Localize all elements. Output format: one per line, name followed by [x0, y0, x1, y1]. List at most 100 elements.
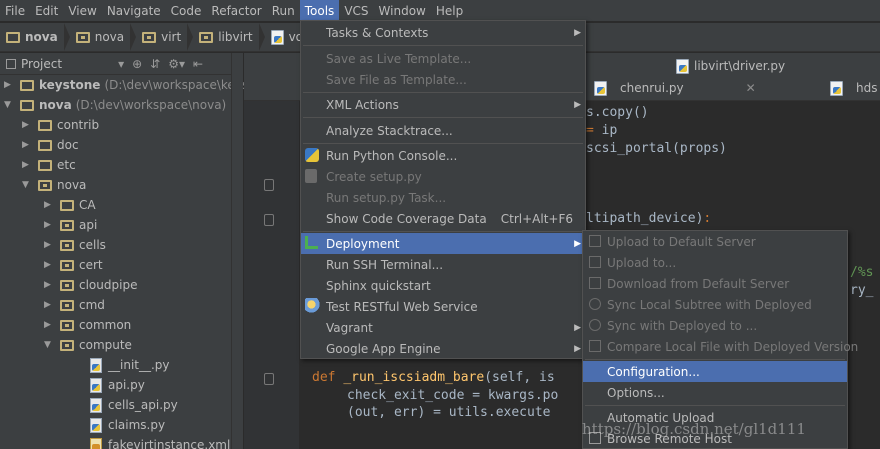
menu-item-configuration[interactable]: Configuration... — [583, 361, 847, 382]
tree-item-cells[interactable]: ▶ cells — [44, 235, 106, 255]
menu-item-run-ssh-terminal[interactable]: Run SSH Terminal... — [301, 254, 585, 275]
expand-arrow-icon[interactable]: ▶ — [22, 120, 32, 130]
tree-item-api[interactable]: ▶ api — [44, 215, 97, 235]
menu-item-google-app-engine[interactable]: Google App Engine ▶ — [301, 338, 585, 359]
breadcrumb-label: virt — [161, 30, 182, 44]
collapse-arrow-icon[interactable]: ▼ — [22, 180, 32, 190]
tree-item-nova-root[interactable]: ▼ nova (D:\dev\workspace\nova) — [4, 95, 226, 115]
breadcrumb-label: libvirt — [218, 30, 253, 44]
shortcut-label: Ctrl+Alt+F6 — [500, 211, 573, 226]
tree-item-nova[interactable]: ▼ nova — [22, 175, 86, 195]
tree-item-cloudpipe[interactable]: ▶ cloudpipe — [44, 275, 137, 295]
tree-item-ca[interactable]: ▶ CA — [44, 195, 96, 215]
menu-vcs[interactable]: VCS — [339, 0, 373, 22]
menu-help[interactable]: Help — [431, 0, 468, 22]
project-view-selector[interactable]: Project — [21, 57, 62, 71]
python-file-icon — [90, 397, 102, 413]
expand-arrow-icon[interactable]: ▶ — [22, 160, 32, 170]
code-line: ry_ — [850, 283, 874, 298]
menu-item-sphinx-quickstart[interactable]: Sphinx quickstart — [301, 275, 585, 296]
menu-item-analyze-stacktrace[interactable]: Analyze Stacktrace... — [301, 120, 585, 141]
submenu-arrow-icon: ▶ — [574, 343, 581, 354]
code-line: scsi_portal(props) — [586, 141, 727, 156]
menu-item-show-code-coverage[interactable]: Show Code Coverage Data Ctrl+Alt+F6 — [301, 208, 585, 229]
folder-icon — [20, 99, 34, 111]
menu-item-compare-local-file[interactable]: Compare Local File with Deployed Version — [583, 336, 858, 357]
menu-tools[interactable]: Tools — [299, 0, 340, 22]
tree-item-cmd[interactable]: ▶ cmd — [44, 295, 105, 315]
project-panel: Project ▾ ⊕ ⇵ ⚙▾ ⇤ ▶ keystone (D:\dev\work… — [0, 53, 248, 449]
tree-item-claims-py[interactable]: claims.py — [90, 415, 165, 435]
menu-file[interactable]: File — [0, 0, 30, 22]
scroll-from-source-icon[interactable]: ⊕ — [132, 57, 142, 71]
expand-arrow-icon[interactable]: ▶ — [44, 220, 54, 230]
expand-arrow-icon[interactable]: ▶ — [44, 200, 54, 210]
menu-run[interactable]: Run — [267, 0, 300, 22]
menu-item-save-live-template[interactable]: Save as Live Template... — [301, 48, 585, 69]
menu-item-test-restful[interactable]: Test RESTful Web Service — [301, 296, 585, 317]
expand-arrow-icon[interactable]: ▶ — [44, 320, 54, 330]
expand-arrow-icon[interactable]: ▶ — [44, 240, 54, 250]
tree-item-api-py[interactable]: api.py — [90, 375, 145, 395]
expand-arrow-icon[interactable]: ▶ — [22, 140, 32, 150]
tree-item-contrib[interactable]: ▶ contrib — [22, 115, 99, 135]
tree-item-etc[interactable]: ▶ etc — [22, 155, 76, 175]
close-tab-icon[interactable]: ✕ — [746, 81, 756, 95]
menu-item-upload-default-server[interactable]: Upload to Default Server — [583, 231, 847, 252]
menu-item-download-default-server[interactable]: Download from Default Server — [583, 273, 847, 294]
menu-item-xml-actions[interactable]: XML Actions ▶ — [301, 94, 585, 115]
breadcrumb-item[interactable]: nova — [6, 23, 76, 52]
menu-edit[interactable]: Edit — [30, 0, 63, 22]
tab-hds[interactable]: hds — [830, 77, 877, 99]
menu-refactor[interactable]: Refactor — [206, 0, 266, 22]
menu-item-create-setup-py[interactable]: Create setup.py — [301, 166, 585, 187]
breadcrumb-item[interactable]: libvirt — [199, 23, 270, 52]
tree-item-keystone[interactable]: ▶ keystone (D:\dev\workspace\keys — [4, 75, 248, 95]
breadcrumb-item[interactable]: virt — [142, 23, 199, 52]
menu-item-upload-to[interactable]: Upload to... — [583, 252, 847, 273]
menu-item-sync-with-deployed[interactable]: Sync with Deployed to ... — [583, 315, 847, 336]
fold-marker-icon[interactable] — [264, 179, 274, 191]
deployment-submenu: Upload to Default Server Upload to... Do… — [582, 230, 858, 449]
menu-item-run-python-console[interactable]: Run Python Console... — [301, 145, 585, 166]
tree-item-compute[interactable]: ▼ compute — [44, 335, 132, 355]
fold-marker-icon[interactable] — [264, 373, 274, 385]
menu-window[interactable]: Window — [374, 0, 431, 22]
submenu-arrow-icon: ▶ — [574, 99, 581, 110]
tab-chenrui-py[interactable]: chenrui.py ✕ — [594, 77, 756, 99]
tree-item-init-py[interactable]: __init__.py — [90, 355, 170, 375]
menu-item-sync-local-subtree[interactable]: Sync Local Subtree with Deployed — [583, 294, 847, 315]
collapse-arrow-icon[interactable]: ▼ — [44, 340, 54, 350]
tree-item-common[interactable]: ▶ common — [44, 315, 131, 335]
fold-marker-icon[interactable] — [264, 214, 274, 226]
menu-code[interactable]: Code — [166, 0, 207, 22]
menu-item-options[interactable]: Options... — [583, 382, 847, 403]
expand-arrow-icon[interactable]: ▶ — [44, 300, 54, 310]
gear-icon[interactable]: ⚙▾ — [168, 57, 185, 71]
tree-item-fakevirtinstance-xml[interactable]: fakevirtinstance.xml — [90, 435, 230, 449]
collapse-arrow-icon[interactable]: ▼ — [4, 100, 14, 110]
menu-item-deployment[interactable]: Deployment ▶ — [301, 233, 585, 254]
project-panel-scrollbar[interactable] — [231, 53, 243, 449]
package-icon — [199, 31, 214, 43]
python-file-icon — [90, 357, 102, 373]
menu-navigate[interactable]: Navigate — [102, 0, 166, 22]
hide-panel-icon[interactable]: ⇤ — [193, 57, 203, 71]
expand-arrow-icon[interactable]: ▶ — [44, 280, 54, 290]
breadcrumb-item[interactable]: nova — [75, 23, 142, 52]
expand-arrow-icon[interactable]: ▶ — [4, 80, 14, 90]
menu-item-tasks-contexts[interactable]: Tasks & Contexts ▶ — [301, 22, 585, 43]
package-icon — [60, 319, 74, 331]
dropdown-arrow-icon[interactable]: ▾ — [118, 57, 124, 71]
collapse-all-icon[interactable]: ⇵ — [150, 57, 160, 71]
menu-item-vagrant[interactable]: Vagrant ▶ — [301, 317, 585, 338]
menu-item-save-file-template[interactable]: Save File as Template... — [301, 69, 585, 90]
tab-driver-py[interactable]: libvirt\driver.py — [676, 55, 785, 77]
tree-item-doc[interactable]: ▶ doc — [22, 135, 79, 155]
deployment-icon — [305, 236, 318, 249]
expand-arrow-icon[interactable]: ▶ — [44, 260, 54, 270]
menu-item-run-setup-py-task[interactable]: Run setup.py Task... — [301, 187, 585, 208]
tree-item-cert[interactable]: ▶ cert — [44, 255, 103, 275]
tree-item-cells-api-py[interactable]: cells_api.py — [90, 395, 178, 415]
menu-view[interactable]: View — [63, 0, 101, 22]
